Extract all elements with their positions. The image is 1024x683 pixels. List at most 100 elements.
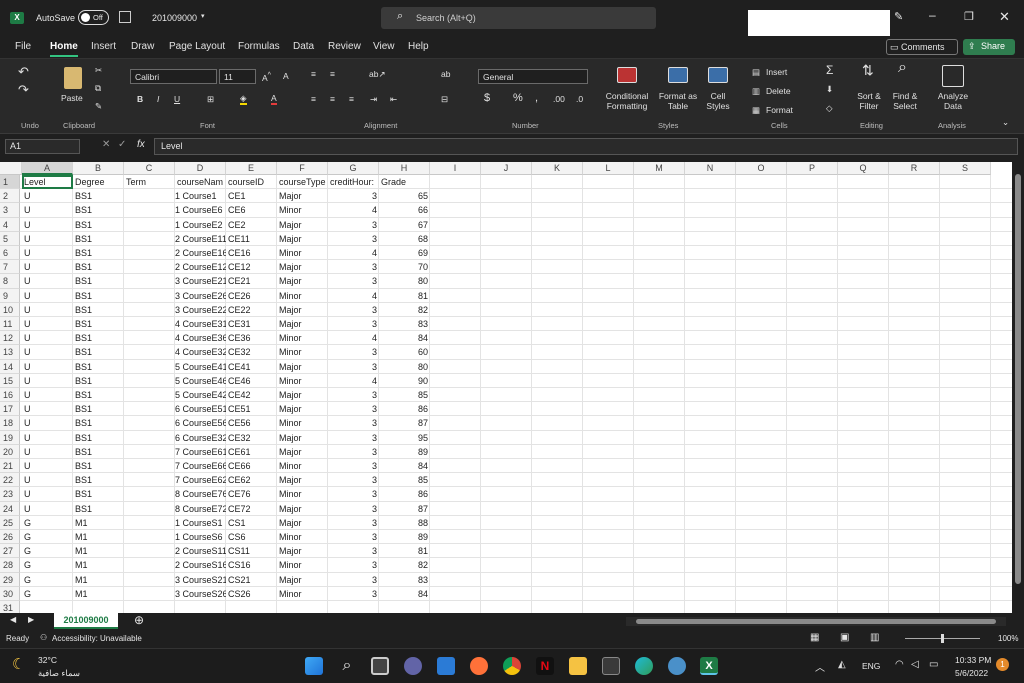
row-header[interactable]: 16 [0,388,20,403]
spreadsheet-grid[interactable]: A B C D E F G H I J K L M N O P Q R S 1 Level Degree Term cours… [0,162,1012,613]
row-header[interactable]: 25 [0,515,20,530]
table-cell[interactable]: Major [277,445,328,459]
font-name-select[interactable]: Calibri [130,69,217,84]
table-cell[interactable]: 80 [379,274,430,288]
table-cell[interactable]: 1 Course1 [175,189,226,203]
wifi-icon[interactable]: ◠ [895,659,904,670]
column-header-h[interactable]: H [379,162,430,175]
table-cell[interactable] [124,246,175,260]
teams-chat-icon[interactable] [404,657,422,675]
table-cell[interactable] [124,289,175,303]
table-cell[interactable] [124,374,175,388]
table-cell[interactable]: BS1 [73,459,124,473]
table-cell[interactable]: 3 CourseS26 [175,587,226,601]
volume-icon[interactable]: ◁ [911,659,919,670]
table-cell[interactable]: Major [277,516,328,530]
table-cell[interactable]: CE32 [226,431,277,445]
tab-file[interactable]: File [15,41,31,52]
table-cell[interactable]: 3 [328,360,379,374]
store-icon[interactable] [437,657,455,675]
table-cell[interactable]: 3 CourseE26 [175,289,226,303]
table-cell[interactable]: Minor [277,345,328,359]
table-cell[interactable]: CE66 [226,459,277,473]
decrease-font-icon[interactable]: A [283,71,289,81]
column-header-l[interactable]: L [583,162,634,175]
table-cell[interactable]: CE21 [226,274,277,288]
tab-review[interactable]: Review [328,41,361,52]
clear-icon[interactable]: ◇ [826,103,833,113]
tab-home[interactable]: Home [50,41,78,57]
table-cell[interactable]: 3 [328,544,379,558]
table-cell[interactable]: BS1 [73,218,124,232]
header-cell[interactable]: courseNam [175,175,226,189]
table-cell[interactable] [124,459,175,473]
table-cell[interactable]: Minor [277,331,328,345]
table-cell[interactable]: BS1 [73,431,124,445]
table-cell[interactable]: 3 [328,445,379,459]
table-cell[interactable] [124,558,175,572]
chevron-down-icon[interactable]: ▾ [201,12,205,20]
increase-decimal-icon[interactable]: .00 [553,94,565,104]
table-cell[interactable]: M1 [73,530,124,544]
column-header-q[interactable]: Q [838,162,889,175]
table-cell[interactable]: 3 [328,587,379,601]
restore-icon[interactable]: ❐ [964,10,974,23]
table-cell[interactable] [124,189,175,203]
table-cell[interactable]: Major [277,544,328,558]
italic-icon[interactable]: I [157,94,159,104]
tab-page-layout[interactable]: Page Layout [169,41,225,52]
table-cell[interactable]: BS1 [73,203,124,217]
table-cell[interactable]: CE51 [226,402,277,416]
table-cell[interactable]: CE16 [226,246,277,260]
table-cell[interactable]: 83 [379,573,430,587]
table-cell[interactable] [124,345,175,359]
table-cell[interactable]: 2 CourseE11 [175,232,226,246]
table-cell[interactable]: 95 [379,431,430,445]
font-color-icon[interactable]: A [271,93,277,105]
table-cell[interactable]: Minor [277,558,328,572]
table-cell[interactable]: Minor [277,459,328,473]
row-header[interactable]: 13 [0,345,20,360]
sheet-tab[interactable]: 201009000 [54,613,118,629]
confirm-formula-icon[interactable]: ✓ [118,139,126,150]
table-cell[interactable] [124,317,175,331]
table-cell[interactable]: 3 [328,274,379,288]
table-cell[interactable]: BS1 [73,360,124,374]
row-header[interactable]: 27 [0,544,20,559]
autosum-icon[interactable]: Σ [826,64,833,76]
format-cells-button[interactable]: Format [766,105,793,115]
comma-icon[interactable]: , [535,93,538,104]
table-cell[interactable]: 5 CourseE41 [175,360,226,374]
table-cell[interactable]: 7 CourseE61 [175,445,226,459]
table-cell[interactable]: Major [277,274,328,288]
table-cell[interactable]: CE6 [226,203,277,217]
bold-icon[interactable]: B [137,94,143,104]
row-header[interactable]: 28 [0,558,20,573]
table-cell[interactable]: BS1 [73,189,124,203]
table-cell[interactable]: Major [277,388,328,402]
network-alert-icon[interactable]: ◭ [838,659,846,670]
table-cell[interactable]: U [22,232,73,246]
table-cell[interactable]: Major [277,189,328,203]
underline-icon[interactable]: U [174,94,180,104]
table-cell[interactable]: 85 [379,388,430,402]
column-header-s[interactable]: S [940,162,991,175]
table-cell[interactable]: U [22,345,73,359]
table-cell[interactable]: U [22,445,73,459]
notification-badge[interactable]: 1 [996,658,1009,671]
next-sheet-icon[interactable]: ▶ [28,615,34,624]
table-cell[interactable]: U [22,303,73,317]
header-cell[interactable]: Level [22,175,73,190]
row-header[interactable]: 4 [0,217,20,232]
row-header[interactable]: 23 [0,487,20,502]
table-cell[interactable]: 84 [379,587,430,601]
row-header[interactable]: 15 [0,373,20,388]
table-cell[interactable]: CE26 [226,289,277,303]
fill-color-icon[interactable]: ◈ [240,93,247,105]
formula-input[interactable]: Level [154,138,1018,155]
table-cell[interactable] [124,445,175,459]
netflix-icon[interactable]: N [536,657,554,675]
header-cell[interactable]: Grade [379,175,430,189]
row-header[interactable]: 26 [0,530,20,545]
table-cell[interactable]: Minor [277,246,328,260]
